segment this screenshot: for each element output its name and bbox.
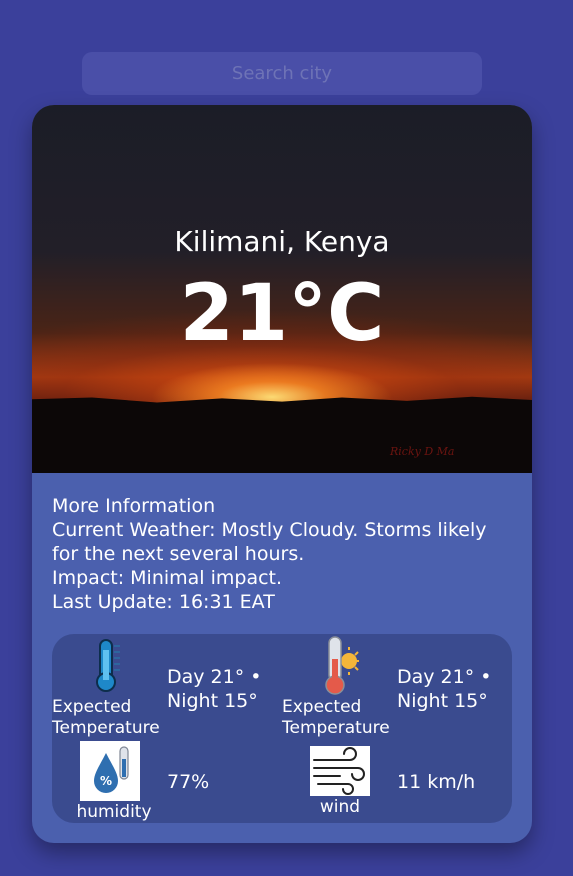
thermometer-sun-icon (319, 635, 361, 697)
current-temperature: 21°C (179, 269, 385, 359)
hero-sunset-image: Ricky D Ma Kilimani, Kenya 21°C (32, 105, 532, 473)
weather-card: Ricky D Ma Kilimani, Kenya 21°C More Inf… (32, 105, 532, 843)
current-weather-text: Current Weather: Mostly Cloudy. Storms l… (52, 519, 487, 565)
expected-temperature-value-2: Day 21° • Night 15° (397, 666, 492, 712)
expected-temperature-label-2: Expected Temperature (282, 697, 390, 738)
humidity-value: 77% (167, 771, 210, 793)
location-title: Kilimani, Kenya (174, 225, 390, 258)
last-update-text: Last Update: 16:31 EAT (52, 591, 275, 613)
expected-temperature-value: Day 21° • Night 15° (167, 666, 262, 712)
details-panel: Expected Temperature Day 21° • Night 15°… (52, 634, 512, 823)
expected-temperature-label: Expected Temperature (52, 697, 160, 738)
more-information: More Information Current Weather: Mostly… (52, 494, 512, 614)
search-input[interactable] (82, 52, 482, 95)
impact-text: Impact: Minimal impact. (52, 567, 283, 589)
info-heading: More Information (52, 495, 216, 517)
hero-ground-silhouette (32, 396, 532, 473)
thermometer-icon (90, 638, 126, 694)
svg-text:%: % (100, 774, 112, 788)
wind-icon (310, 746, 370, 796)
photo-signature: Ricky D Ma (390, 445, 455, 458)
humidity-icon: % (80, 741, 140, 801)
humidity-label: humidity (76, 802, 152, 822)
wind-label: wind (319, 797, 361, 817)
wind-value: 11 km/h (397, 771, 476, 793)
